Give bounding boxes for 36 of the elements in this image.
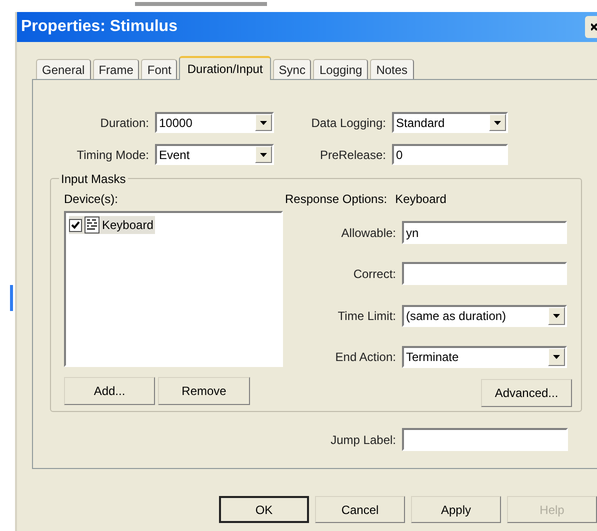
advanced-button[interactable]: Advanced... xyxy=(481,379,572,407)
field-label: Jump Label: xyxy=(330,432,397,448)
response-options-label: Response Options: xyxy=(285,191,388,206)
field-label: End Action: xyxy=(334,349,397,366)
input-field[interactable]: yn xyxy=(402,221,567,244)
add-button[interactable]: Add... xyxy=(64,377,155,405)
dialog-button[interactable]: Cancel xyxy=(315,496,406,523)
field-label: Allowable: xyxy=(340,224,397,242)
remove-button[interactable]: Remove xyxy=(158,377,250,405)
field-label: Time Limit: xyxy=(336,308,397,325)
tab[interactable]: Frame xyxy=(92,59,140,79)
device-label: Keyboard xyxy=(102,217,154,234)
dropdown[interactable]: Terminate xyxy=(402,346,567,368)
dropdown[interactable]: Event xyxy=(155,144,274,165)
tab[interactable]: Font xyxy=(141,59,178,79)
field-label: Duration: xyxy=(99,114,150,132)
dropdown[interactable]: Standard xyxy=(392,112,508,133)
device-item[interactable]: Keyboard xyxy=(69,216,156,234)
input-field[interactable]: 0 xyxy=(392,144,508,165)
device-list[interactable]: Keyboard xyxy=(64,211,283,367)
tab[interactable]: Sync xyxy=(272,59,312,79)
window-title: Properties: Stimulus xyxy=(20,17,178,37)
field-label: Correct: xyxy=(352,266,397,282)
dropdown[interactable]: 10000 xyxy=(155,112,274,133)
tab[interactable]: Notes xyxy=(370,59,414,79)
devices-label: Device(s): xyxy=(64,191,120,206)
tab[interactable]: General xyxy=(36,59,91,79)
dialog-button[interactable]: Apply xyxy=(411,496,502,523)
response-device: Keyboard xyxy=(395,191,446,206)
field-label: PreRelease: xyxy=(318,146,387,164)
dropdown[interactable]: (same as duration) xyxy=(402,305,567,327)
field-label: Data Logging: xyxy=(310,114,387,132)
tab[interactable]: Logging xyxy=(313,59,368,79)
dialog-button[interactable]: OK xyxy=(219,496,310,523)
tab[interactable]: Duration/Input xyxy=(179,56,271,80)
field-label: Timing Mode: xyxy=(76,146,150,164)
